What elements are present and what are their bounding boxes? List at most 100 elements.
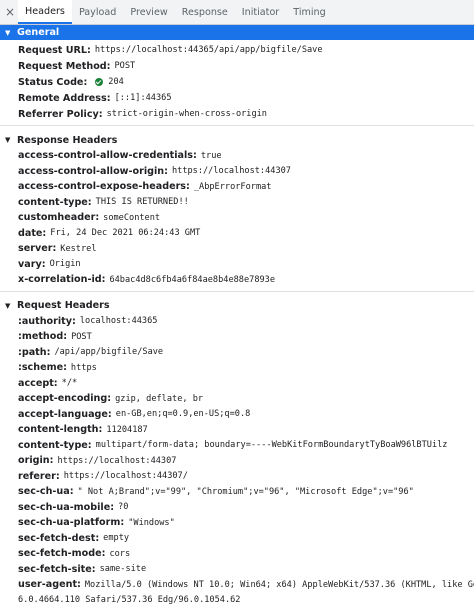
header-name: access-control-allow-credentials: (18, 150, 197, 162)
response-headers-section-header[interactable]: ▼ Response Headers (0, 132, 474, 148)
header-value: Mozilla/5.0 (Windows NT 10.0; Win64; x64… (84, 579, 474, 590)
header-value: /api/app/bigfile/Save (54, 347, 164, 358)
header-value: [::1]:44365 (114, 93, 172, 103)
response-headers-title: Response Headers (17, 134, 118, 146)
header-row: user-agent: Mozilla/5.0 (Windows NT 10.0;… (0, 577, 474, 593)
referrer-policy-row: Referrer Policy: strict-origin-when-cros… (0, 106, 474, 122)
header-value: https://localhost:44307/ (63, 471, 188, 482)
header-name: x-correlation-id: (18, 274, 106, 286)
header-value: 64bac4d8c6fb4a6f84ae8b4e88e7893e (109, 274, 276, 285)
header-name: sec-fetch-dest: (18, 532, 100, 544)
tab-preview[interactable]: Preview (123, 0, 174, 24)
triangle-down-icon: ▼ (5, 28, 11, 37)
header-value: someContent (103, 212, 161, 223)
header-name: :path: (18, 346, 51, 358)
request-headers-section-header[interactable]: ▼ Request Headers (0, 298, 474, 314)
header-name: customheader: (18, 212, 100, 224)
header-name: :method: (18, 331, 68, 343)
status-code-row: Status Code: 204 (0, 74, 474, 90)
header-value: Fri, 24 Dec 2021 06:24:43 GMT (50, 228, 201, 239)
header-name: origin: (18, 455, 54, 467)
general-section: ▼ General Request URL: https://localhost… (0, 25, 474, 126)
header-row: sec-fetch-site: same-site (0, 562, 474, 578)
request-method-row: Request Method: POST (0, 58, 474, 74)
header-name: content-length: (18, 424, 103, 436)
header-name: sec-fetch-site: (18, 563, 96, 575)
header-row: access-control-allow-credentials: true (0, 148, 474, 164)
header-value: same-site (99, 564, 147, 575)
header-value: */* (61, 378, 78, 389)
header-value: gzip, deflate, br (115, 393, 204, 404)
header-value: en-GB,en;q=0.9,en-US;q=0.8 (115, 409, 251, 420)
header-row: content-type: THIS IS RETURNED!! (0, 195, 474, 211)
status-ok-icon (95, 78, 104, 86)
header-value: POST (71, 331, 92, 342)
header-row: access-control-allow-origin: https://loca… (0, 164, 474, 180)
triangle-down-icon: ▼ (5, 136, 11, 144)
header-value: cors (109, 548, 131, 559)
header-row: sec-fetch-mode: cors (0, 546, 474, 562)
header-row: accept-language: en-GB,en;q=0.9,en-US;q=0… (0, 407, 474, 423)
header-name: sec-ch-ua-platform: (18, 517, 125, 529)
header-row: content-length: 11204187 (0, 422, 474, 438)
user-agent-continuation: 6.0.4664.110 Safari/537.36 Edg/96.0.1054… (0, 593, 474, 604)
header-value: true (200, 150, 222, 161)
header-row: :scheme: https (0, 360, 474, 376)
header-row: sec-fetch-dest: empty (0, 531, 474, 547)
general-section-header[interactable]: ▼ General (0, 25, 474, 40)
response-headers-list: access-control-allow-credentials: true acc… (0, 148, 474, 288)
tab-bar: × Headers Payload Preview Response Initi… (0, 0, 474, 25)
header-name: vary: (18, 258, 46, 270)
header-name: accept-language: (18, 408, 112, 420)
header-name: content-type: (18, 196, 92, 208)
header-row: access-control-expose-headers: _AbpErrorF… (0, 179, 474, 195)
header-value: 11204187 (106, 424, 148, 435)
header-row: vary: Origin (0, 257, 474, 273)
header-value: 6.0.4664.110 Safari/537.36 Edg/96.0.1054… (18, 594, 241, 604)
tab-initiator[interactable]: Initiator (235, 0, 286, 24)
header-name: referer: (18, 470, 60, 482)
header-name: date: (18, 227, 47, 239)
header-row: x-correlation-id: 64bac4d8c6fb4a6f84ae8b4… (0, 272, 474, 288)
header-row: referer: https://localhost:44307/ (0, 469, 474, 485)
header-row: origin: https://localhost:44307 (0, 453, 474, 469)
header-name: user-agent: (18, 579, 81, 591)
header-name: accept-encoding: (18, 393, 112, 405)
header-value: THIS IS RETURNED!! (95, 197, 189, 208)
header-row: content-type: multipart/form-data; bounda… (0, 438, 474, 454)
tab-response[interactable]: Response (175, 0, 235, 24)
header-name: Status Code: (18, 76, 88, 88)
tab-timing[interactable]: Timing (286, 0, 332, 24)
header-row: accept: */* (0, 376, 474, 392)
header-name: Referrer Policy: (18, 108, 103, 120)
tab-payload[interactable]: Payload (72, 0, 123, 24)
header-value: https://localhost:44307 (171, 166, 291, 177)
header-name: content-type: (18, 439, 92, 451)
header-name: :authority: (18, 315, 76, 327)
header-row: server: Kestrel (0, 241, 474, 257)
request-headers-title: Request Headers (17, 300, 110, 311)
header-value: Origin (49, 259, 81, 270)
header-name: Remote Address: (18, 92, 111, 104)
response-headers-section: ▼ Response Headers access-control-allow-… (0, 132, 474, 292)
header-name: accept: (18, 377, 58, 389)
divider (0, 290, 474, 292)
header-name: sec-ch-ua-mobile: (18, 501, 115, 513)
header-row: sec-ch-ua: " Not A;Brand";v="99", "Chromi… (0, 484, 474, 500)
header-row: :path:/api/app/bigfile/Save (0, 345, 474, 361)
header-value: " Not A;Brand";v="99", "Chromium";v="96"… (77, 486, 414, 497)
header-name: :scheme: (18, 362, 67, 374)
header-row: accept-encoding: gzip, deflate, br (0, 391, 474, 407)
header-name: access-control-allow-origin: (18, 165, 168, 177)
header-value: empty (103, 533, 130, 544)
close-icon[interactable]: × (2, 0, 18, 24)
header-row: customheader: someContent (0, 210, 474, 226)
header-value: "Windows" (128, 517, 175, 528)
header-name: sec-ch-ua: (18, 486, 74, 498)
header-name: server: (18, 243, 57, 255)
header-name: Request Method: (18, 60, 111, 72)
header-row: :authority: localhost:44365 (0, 314, 474, 330)
general-section-title: General (17, 27, 60, 38)
header-value: POST (114, 61, 136, 71)
tab-headers[interactable]: Headers (18, 0, 72, 24)
